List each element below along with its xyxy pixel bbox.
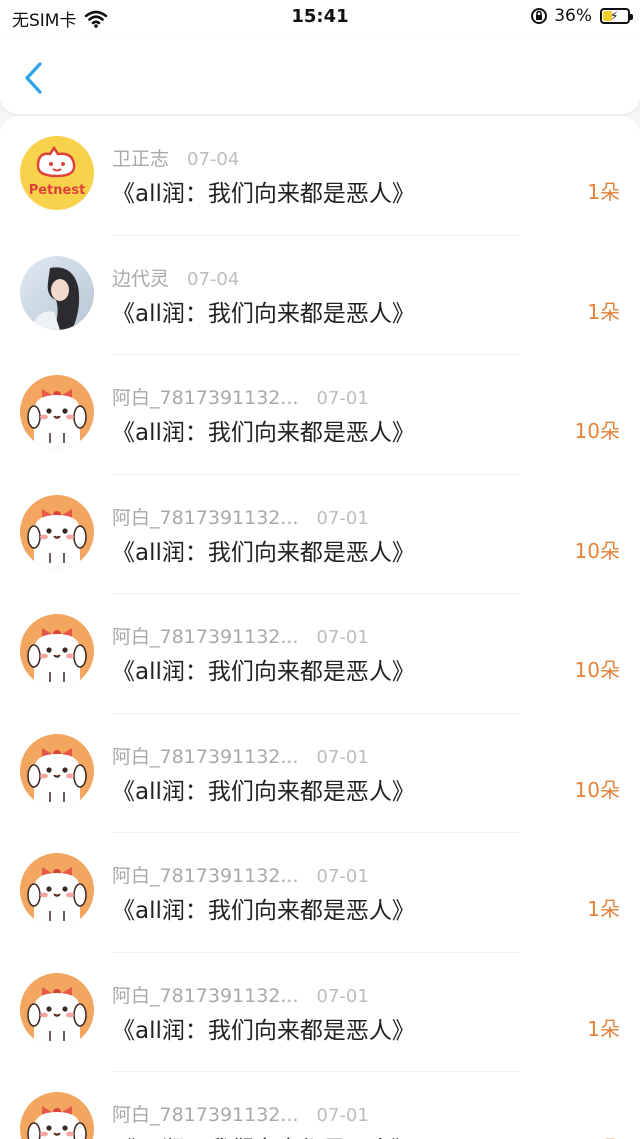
flower-count: 10朵 (574, 538, 620, 563)
list-item[interactable]: 阿白_7817391132... 07-01 《all润：我们向来都是恶人》 10… (0, 475, 640, 595)
cartoon-dog-avatar-image (20, 972, 94, 1047)
sender-name: 阿白_7817391132... (112, 984, 299, 1007)
list-item[interactable]: 阿白_7817391132... 07-01 《all润：我们向来都是恶人》 10… (0, 355, 640, 475)
work-title: 《all润：我们向来都是恶人》 (112, 539, 415, 566)
status-right: 36% ⚡ (530, 6, 633, 26)
avatar[interactable] (20, 1092, 94, 1139)
record-date: 07-01 (316, 866, 369, 887)
flower-count: 10朵 (574, 658, 620, 682)
sender-line: 阿白_7817391132... 07-01 (112, 1100, 369, 1127)
sender-line: 阿白_7817391132... 07-01 (112, 861, 369, 888)
avatar[interactable]: Petnest (20, 136, 94, 210)
sender-name: 阿白_7817391132... (112, 745, 299, 768)
gift-record-list: Petnest 卫正志 07-04 《all润：我们向来都是恶人》 1朵 边代灵 0… (0, 116, 640, 1139)
orientation-lock-icon (530, 7, 548, 25)
work-title: 《all润：我们向来都是恶人》 (112, 181, 415, 207)
list-item[interactable]: 阿白_7817391132... 07-01 《all润：我们向来都是恶人》 1朵 (0, 953, 640, 1073)
charging-bolt-icon: ⚡ (610, 9, 619, 23)
cartoon-dog-avatar-image (20, 1092, 94, 1139)
svg-text:Petnest: Petnest (29, 183, 86, 198)
flower-count: 1朵 (587, 299, 620, 324)
work-title: 《all润：我们向来都是恶人》 (112, 420, 415, 446)
record-date: 07-01 (316, 627, 369, 648)
cartoon-dog-avatar-image (20, 375, 94, 449)
sender-name: 阿白_7817391132... (112, 626, 299, 648)
avatar[interactable] (20, 972, 94, 1047)
record-date: 07-04 (187, 268, 240, 290)
record-date: 07-01 (316, 1105, 369, 1126)
sender-line: 卫正志 07-04 (112, 144, 239, 171)
avatar[interactable] (20, 733, 94, 808)
record-date: 07-01 (316, 746, 369, 768)
flower-count: 1朵 (587, 1132, 620, 1139)
list-item[interactable]: 阿白_7817391132... 07-01 《all润：我们向来都是恶人》 10… (0, 714, 640, 834)
sender-name: 边代灵 (112, 267, 170, 290)
sender-line: 阿白_7817391132... 07-01 (112, 622, 369, 649)
petnest-logo-avatar-image: Petnest (20, 136, 94, 210)
list-item[interactable]: 边代灵 07-04 《all润：我们向来都是恶人》 1朵 (0, 236, 640, 356)
avatar[interactable] (20, 494, 94, 569)
cartoon-dog-avatar-image (20, 853, 94, 927)
work-title: 《all润：我们向来都是恶人》 (112, 300, 415, 327)
record-date: 07-04 (187, 149, 240, 170)
work-title: 《all润：我们向来都是恶人》 (112, 1017, 415, 1044)
record-date: 07-01 (316, 507, 369, 529)
cartoon-dog-avatar-image (20, 494, 94, 569)
sender-line: 阿白_7817391132... 07-01 (112, 503, 369, 530)
flower-count: 1朵 (587, 180, 620, 204)
sender-line: 边代灵 07-04 (112, 264, 239, 291)
battery-icon: ⚡ (600, 8, 633, 24)
record-date: 07-01 (316, 388, 369, 409)
sender-name: 卫正志 (112, 148, 170, 170)
work-title: 《all润：我们向来都是恶人》 (112, 898, 415, 924)
sender-line: 阿白_7817391132... 07-01 (112, 981, 369, 1008)
list-item[interactable]: 阿白_7817391132... 07-01 《all润：我们向来都是恶人》 1朵 (0, 1072, 640, 1139)
status-bar: 无SIM卡 15:41 36% ⚡ (0, 0, 640, 34)
sender-line: 阿白_7817391132... 07-01 (112, 383, 369, 410)
sender-name: 阿白_7817391132... (112, 1104, 299, 1126)
cartoon-dog-avatar-image (20, 733, 94, 808)
work-title: 《all润：我们向来都是恶人》 (112, 659, 415, 685)
flower-count: 1朵 (587, 1016, 620, 1041)
flower-count: 1朵 (587, 897, 620, 921)
work-title: 《all润：我们向来都是恶人》 (112, 1130, 415, 1139)
girl-photo-avatar-image (20, 255, 94, 330)
flower-count: 10朵 (574, 419, 620, 443)
battery-percent: 36% (554, 6, 592, 26)
cartoon-dog-avatar-image (20, 614, 94, 688)
list-item[interactable]: Petnest 卫正志 07-04 《all润：我们向来都是恶人》 1朵 (0, 116, 640, 236)
sender-name: 阿白_7817391132... (112, 865, 299, 887)
flower-count: 10朵 (574, 777, 620, 802)
sender-name: 阿白_7817391132... (112, 506, 299, 529)
back-button[interactable] (20, 60, 50, 96)
avatar[interactable] (20, 614, 94, 688)
avatar[interactable] (20, 255, 94, 330)
chevron-left-icon (25, 62, 42, 94)
sender-name: 阿白_7817391132... (112, 387, 299, 409)
record-date: 07-01 (316, 985, 369, 1007)
avatar[interactable] (20, 375, 94, 449)
list-item[interactable]: 阿白_7817391132... 07-01 《all润：我们向来都是恶人》 1朵 (0, 833, 640, 953)
list-item[interactable]: 阿白_7817391132... 07-01 《all润：我们向来都是恶人》 10… (0, 594, 640, 714)
avatar[interactable] (20, 853, 94, 927)
work-title: 《all润：我们向来都是恶人》 (112, 778, 415, 805)
nav-header (0, 34, 640, 114)
sender-line: 阿白_7817391132... 07-01 (112, 742, 369, 769)
